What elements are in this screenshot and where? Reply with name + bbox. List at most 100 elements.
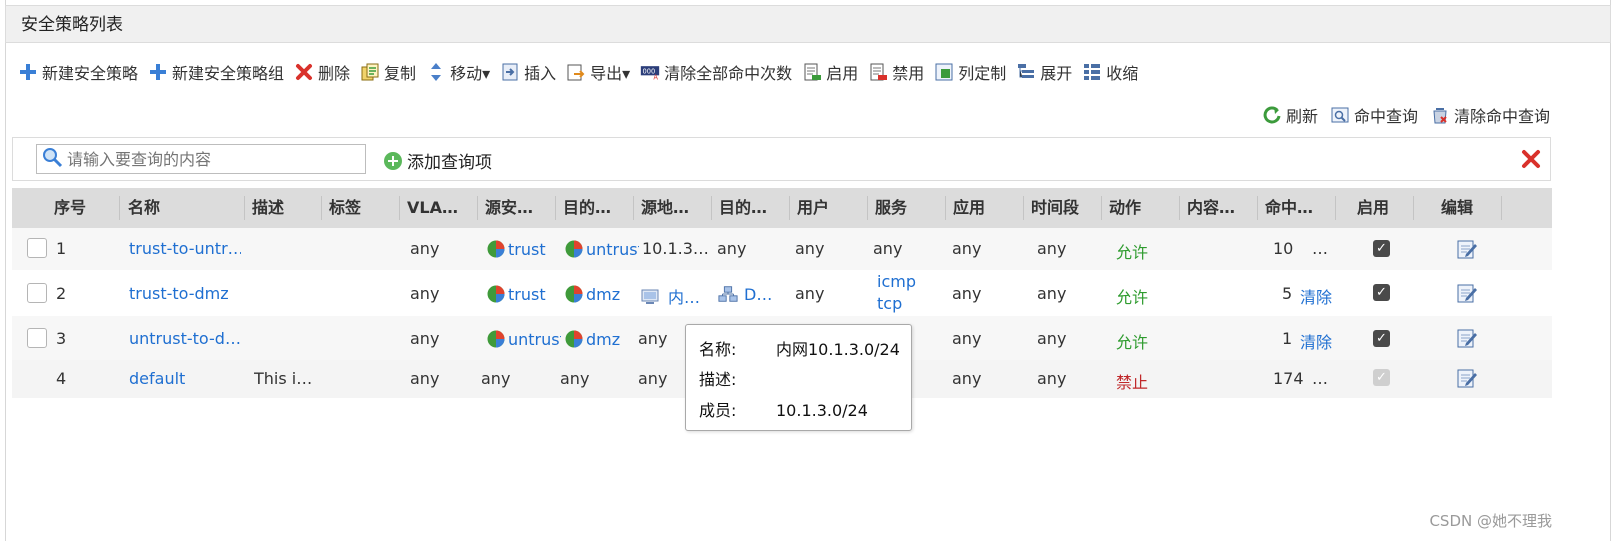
copy-button[interactable]: 复制 bbox=[360, 60, 416, 84]
dst-zone-text: dmz bbox=[586, 285, 621, 304]
edit-icon[interactable] bbox=[1456, 367, 1478, 389]
clear-hit-query-button[interactable]: 清除命中查询 bbox=[1430, 103, 1550, 127]
disable-button[interactable]: 禁用 bbox=[868, 60, 924, 84]
watermark: CSDN @她不理我 bbox=[1429, 512, 1552, 530]
policy-name-link[interactable]: untrust-to-d… bbox=[129, 329, 241, 348]
src-addr-text: 内… bbox=[668, 288, 701, 307]
collapse-label: 收缩 bbox=[1106, 64, 1139, 83]
copy-label: 复制 bbox=[384, 64, 417, 83]
policy-name-link[interactable]: trust-to-dmz bbox=[129, 284, 241, 303]
zone-pie-icon bbox=[487, 240, 505, 258]
src-zone-link[interactable]: trust bbox=[486, 284, 555, 304]
dst-zone-link[interactable]: dmz bbox=[564, 329, 639, 349]
enabled-checkbox[interactable]: ✓ bbox=[1373, 240, 1390, 257]
svg-text:A: A bbox=[654, 74, 659, 82]
column-custom-label: 列定制 bbox=[958, 64, 1007, 83]
clear-hit-query-icon bbox=[1430, 105, 1450, 125]
col-desc[interactable]: 描述 bbox=[245, 188, 284, 228]
col-name[interactable]: 名称 bbox=[121, 188, 160, 228]
row-dst-addr: any bbox=[717, 239, 747, 258]
policy-name-link[interactable]: trust-to-untr… bbox=[129, 239, 241, 258]
row-src-addr: any bbox=[638, 369, 668, 388]
row-checkbox[interactable] bbox=[27, 283, 47, 303]
row-seq: 4 bbox=[56, 369, 67, 388]
dst-addr-text: D… bbox=[744, 285, 773, 304]
service-link[interactable]: tcp bbox=[877, 294, 902, 313]
src-zone-link[interactable]: untrust bbox=[486, 329, 561, 349]
collapse-button[interactable]: 收缩 bbox=[1082, 60, 1138, 84]
col-vlan[interactable]: VLA… bbox=[400, 188, 458, 228]
col-service[interactable]: 服务 bbox=[868, 188, 907, 228]
expand-button[interactable]: 展开 bbox=[1016, 60, 1072, 84]
src-zone-link[interactable]: trust bbox=[486, 239, 555, 259]
network-icon bbox=[718, 286, 738, 302]
service-link[interactable]: icmp bbox=[877, 272, 916, 291]
row-app: any bbox=[952, 329, 982, 348]
zone-pie-icon bbox=[565, 285, 583, 303]
move-label: 移动▾ bbox=[450, 64, 491, 83]
row-app: any bbox=[952, 369, 982, 388]
col-edit[interactable]: 编辑 bbox=[1434, 188, 1473, 228]
add-query-button[interactable]: 添加查询项 bbox=[383, 148, 492, 173]
src-addr-link[interactable]: 内… bbox=[640, 284, 710, 308]
add-query-label: 添加查询项 bbox=[407, 153, 492, 173]
col-hits[interactable]: 命中… bbox=[1258, 188, 1313, 228]
col-dst-addr[interactable]: 目的… bbox=[712, 188, 767, 228]
col-seq[interactable]: 序号 bbox=[47, 188, 86, 228]
col-dst-zone[interactable]: 目的… bbox=[556, 188, 611, 228]
row-checkbox[interactable] bbox=[27, 328, 47, 348]
col-content[interactable]: 内容… bbox=[1180, 188, 1235, 228]
clear-hits-link[interactable]: 清除 bbox=[1300, 284, 1332, 308]
edit-icon[interactable] bbox=[1456, 238, 1478, 260]
col-action[interactable]: 动作 bbox=[1102, 188, 1141, 228]
hit-query-button[interactable]: 命中查询 bbox=[1330, 103, 1418, 127]
export-button[interactable]: 导出▾ bbox=[566, 60, 630, 84]
enable-button[interactable]: 启用 bbox=[802, 60, 858, 84]
policy-name-link[interactable]: default bbox=[129, 369, 185, 388]
row-checkbox[interactable] bbox=[27, 238, 47, 258]
table-header: 序号 名称 描述 标签 VLA… 源安… 目的… 源地… 目的… 用户 服务 应… bbox=[12, 188, 1552, 228]
clear-hits-link[interactable]: 清除 bbox=[1300, 329, 1332, 353]
col-time[interactable]: 时间段 bbox=[1024, 188, 1079, 228]
insert-button[interactable]: 插入 bbox=[500, 60, 556, 84]
enabled-checkbox[interactable]: ✓ bbox=[1373, 284, 1390, 301]
row-dst-zone: any bbox=[560, 369, 590, 388]
table-row[interactable]: 2 trust-to-dmz any trust dmz 内… D… any i… bbox=[12, 270, 1552, 316]
clear-all-hits-button[interactable]: 000 A 清除全部命中次数 bbox=[640, 60, 792, 84]
dst-zone-link[interactable]: untrust bbox=[564, 239, 639, 259]
row-action: 禁止 bbox=[1116, 373, 1149, 392]
edit-icon[interactable] bbox=[1456, 327, 1478, 349]
dst-zone-link[interactable]: dmz bbox=[564, 284, 639, 304]
new-policy-button[interactable]: 新建安全策略 bbox=[18, 60, 138, 84]
tooltip-name-value: 内网10.1.3.0/24 bbox=[776, 340, 900, 359]
delete-button[interactable]: 删除 bbox=[294, 60, 350, 84]
col-tag[interactable]: 标签 bbox=[322, 188, 361, 228]
col-src-addr[interactable]: 源地… bbox=[634, 188, 689, 228]
col-src-zone[interactable]: 源安… bbox=[478, 188, 533, 228]
col-user[interactable]: 用户 bbox=[790, 188, 829, 228]
row-src-addr: any bbox=[638, 329, 668, 348]
insert-label: 插入 bbox=[524, 64, 557, 83]
move-button[interactable]: 移动▾ bbox=[426, 60, 490, 84]
enabled-checkbox[interactable]: ✓ bbox=[1373, 330, 1390, 347]
dst-addr-link[interactable]: D… bbox=[718, 284, 788, 304]
row-app: any bbox=[952, 284, 982, 303]
close-search-icon[interactable] bbox=[1520, 148, 1542, 170]
copy-icon bbox=[360, 62, 380, 82]
row-action: 允许 bbox=[1116, 288, 1149, 307]
table-row[interactable]: 1 trust-to-untr… any trust untrust 10.1.… bbox=[12, 228, 1552, 270]
col-app[interactable]: 应用 bbox=[946, 188, 985, 228]
row-time: any bbox=[1037, 284, 1067, 303]
enable-icon bbox=[802, 62, 822, 82]
col-enabled[interactable]: 启用 bbox=[1350, 188, 1389, 228]
search-input[interactable] bbox=[67, 149, 357, 169]
dst-zone-text: dmz bbox=[586, 330, 621, 349]
row-src-zone: any bbox=[481, 369, 511, 388]
column-custom-button[interactable]: 列定制 bbox=[934, 60, 1006, 84]
edit-icon[interactable] bbox=[1456, 282, 1478, 304]
row-time: any bbox=[1037, 369, 1067, 388]
refresh-button[interactable]: 刷新 bbox=[1262, 103, 1318, 127]
tooltip-member-value: 10.1.3.0/24 bbox=[776, 401, 868, 420]
delete-label: 删除 bbox=[318, 64, 351, 83]
new-policy-group-button[interactable]: 新建安全策略组 bbox=[148, 60, 284, 84]
